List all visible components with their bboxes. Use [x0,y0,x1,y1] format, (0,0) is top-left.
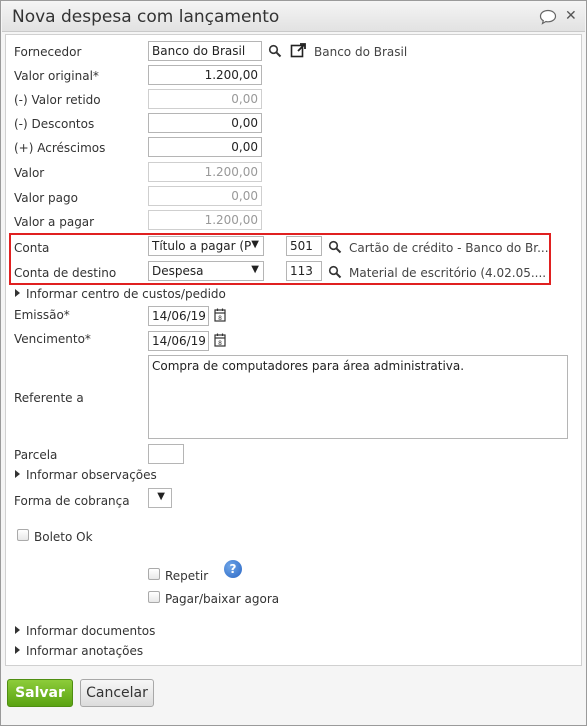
dialog-titlebar[interactable]: Nova despesa com lançamento ✕ [2,2,585,32]
cancel-button[interactable]: Cancelar [80,679,154,707]
expand-triangle-icon [15,626,20,634]
forma-cobranca-select[interactable]: ▼ [148,488,172,508]
close-icon[interactable]: ✕ [565,8,577,24]
external-link-icon[interactable] [290,42,307,59]
emissao-input[interactable]: 14/06/19 [148,306,209,326]
conta-select[interactable]: Título a pagar (P ▼ [148,236,264,256]
vencimento-input[interactable]: 14/06/19 [148,331,209,351]
valor-pago-input: 0,00 [148,186,262,206]
acrescimos-label: (+) Acréscimos [14,141,106,155]
expand-triangle-icon [15,646,20,654]
parcela-input[interactable] [148,444,184,464]
fornecedor-label: Fornecedor [14,45,82,59]
descontos-label: (-) Descontos [14,117,95,131]
valor-pago-label: Valor pago [14,191,78,205]
valor-original-label: Valor original* [14,69,99,83]
dropdown-arrow-icon: ▼ [251,239,259,250]
conta-description: Cartão de crédito - Banco do Br... [349,241,549,255]
calendar-icon[interactable]: 8 [214,333,226,347]
dialog-body: Fornecedor Banco do Brasil Banco do Bras… [5,34,582,666]
expand-triangle-icon [15,470,20,478]
valor-a-pagar-label: Valor a pagar [14,215,95,229]
svg-text:8: 8 [218,340,222,347]
dropdown-arrow-icon: ▼ [251,264,259,275]
calendar-icon[interactable]: 8 [214,308,226,322]
observacoes-toggle[interactable]: Informar observações [15,468,157,482]
valor-a-pagar-input: 1.200,00 [148,210,262,230]
search-icon[interactable] [268,44,282,58]
fornecedor-input[interactable]: Banco do Brasil [148,41,262,61]
conta-destino-select[interactable]: Despesa ▼ [148,261,264,281]
parcela-label: Parcela [14,448,58,462]
conta-select-value: Título a pagar (P [152,239,252,253]
conta-label: Conta [14,241,50,255]
documentos-toggle[interactable]: Informar documentos [15,624,155,638]
valor-label: Valor [14,166,45,180]
conta-destino-label: Conta de destino [14,266,117,280]
repetir-checkbox[interactable] [148,568,160,580]
acrescimos-input[interactable]: 0,00 [148,137,262,157]
save-button[interactable]: Salvar [7,679,73,707]
dialog-title: Nova despesa com lançamento [12,7,280,27]
repetir-label: Repetir [165,569,209,583]
conta-destino-description: Material de escritório (4.02.05.... [349,266,547,280]
valor-input: 1.200,00 [148,162,262,182]
forma-cobranca-label: Forma de cobrança [14,494,130,508]
dialog: Nova despesa com lançamento ✕ Fornecedor… [0,0,587,726]
anotacoes-toggle[interactable]: Informar anotações [15,644,143,658]
documentos-label: Informar documentos [26,624,156,638]
pagar-checkbox[interactable] [148,591,160,603]
conta-destino-select-value: Despesa [152,264,204,278]
fornecedor-link[interactable]: Banco do Brasil [314,45,407,59]
descontos-input[interactable]: 0,00 [148,113,262,133]
expand-triangle-icon [15,289,20,297]
conta-code-input[interactable]: 501 [286,236,322,256]
referente-textarea[interactable]: Compra de computadores para área adminis… [148,355,568,439]
vencimento-label: Vencimento* [14,332,91,346]
help-icon[interactable]: ? [224,560,242,578]
boleto-checkbox[interactable] [17,529,29,541]
pagar-label: Pagar/baixar agora [165,592,280,606]
observacoes-label: Informar observações [26,468,157,482]
search-icon[interactable] [328,240,342,254]
search-icon[interactable] [328,265,342,279]
emissao-label: Emissão* [14,308,70,322]
boleto-label: Boleto Ok [34,530,93,544]
chat-icon[interactable] [539,9,557,25]
centro-custos-label: Informar centro de custos/pedido [26,287,226,301]
centro-custos-toggle[interactable]: Informar centro de custos/pedido [15,287,226,301]
valor-retido-label: (-) Valor retido [14,93,101,107]
conta-destino-code-input[interactable]: 113 [286,261,322,281]
svg-text:8: 8 [218,315,222,322]
valor-retido-input[interactable]: 0,00 [148,89,262,109]
anotacoes-label: Informar anotações [26,644,144,658]
dropdown-arrow-icon: ▼ [157,491,165,502]
valor-original-input[interactable]: 1.200,00 [148,65,262,85]
referente-label: Referente a [14,391,84,405]
